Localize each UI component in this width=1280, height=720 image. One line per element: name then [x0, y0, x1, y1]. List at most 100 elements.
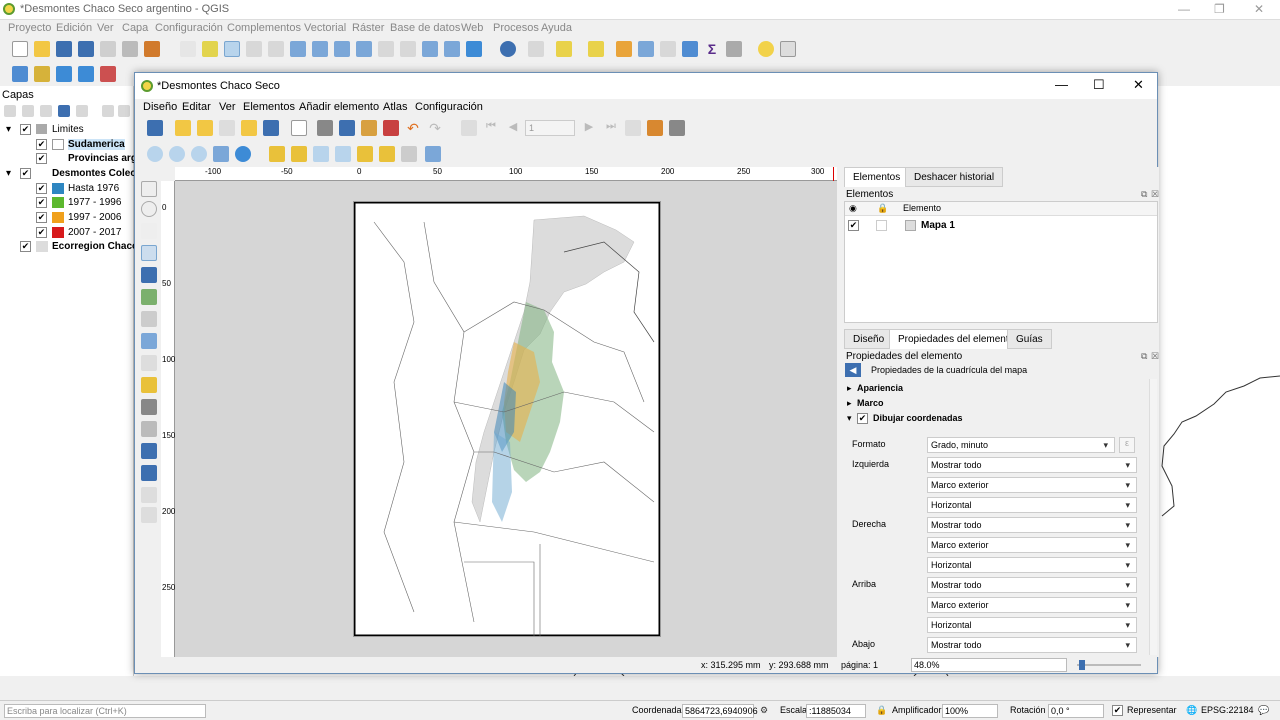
layer-checkbox[interactable]: ✔ [20, 168, 31, 179]
menu-diseno[interactable]: Diseño [143, 101, 177, 113]
zoom-tool-icon[interactable] [141, 201, 157, 217]
locator-search-input[interactable]: Escriba para localizar (Ctrl+K) [4, 704, 206, 718]
print-icon[interactable] [317, 120, 333, 136]
derecha-position-select[interactable]: Marco exterior [927, 537, 1137, 553]
lock-items-icon[interactable] [313, 146, 329, 162]
add-scalebar-icon[interactable] [141, 399, 157, 415]
layout-manager-icon[interactable] [219, 120, 235, 136]
zoom-out-icon[interactable] [246, 41, 262, 57]
zoom-slider[interactable] [1077, 664, 1141, 666]
menu-ver[interactable]: Ver [219, 101, 236, 113]
align-left-icon[interactable] [379, 146, 395, 162]
save-project-icon[interactable] [56, 41, 72, 57]
menu-atlas[interactable]: Atlas [383, 101, 407, 113]
tab-elementos[interactable]: Elementos [844, 167, 910, 187]
export-pdf-icon[interactable] [383, 120, 399, 136]
raise-items-icon[interactable] [357, 146, 373, 162]
zoom-rubberband-icon[interactable] [268, 41, 284, 57]
item-visible-checkbox[interactable]: ✔ [848, 220, 859, 231]
duplicate-layout-icon[interactable] [197, 120, 213, 136]
menu-configuracion[interactable]: Configuración [415, 101, 483, 113]
last-feature-icon[interactable]: ⏭ [603, 120, 619, 136]
menu-base-de-datos[interactable]: Base de datos [390, 22, 460, 34]
add-map-icon[interactable] [141, 289, 157, 305]
minimize-icon[interactable]: — [1178, 2, 1190, 16]
arriba-display-select[interactable]: Mostrar todo [927, 577, 1137, 593]
zoom-select[interactable]: 48.0% [911, 658, 1067, 672]
save-as-icon[interactable] [78, 41, 94, 57]
add-group-icon[interactable] [22, 105, 34, 117]
zoom-last-icon[interactable] [378, 41, 394, 57]
scale-field[interactable]: :11885034 [806, 704, 866, 718]
layout-page[interactable] [353, 201, 661, 637]
zoom-full-icon[interactable] [290, 41, 306, 57]
menu-capa[interactable]: Capa [122, 22, 148, 34]
menu-procesos[interactable]: Procesos [493, 22, 539, 34]
atlas-preview-icon[interactable] [461, 120, 477, 136]
layer-checkbox[interactable]: ✔ [36, 212, 47, 223]
back-arrow-icon[interactable]: ◀ [845, 363, 861, 377]
statistics-icon[interactable]: Σ [704, 41, 720, 57]
export-svg-icon[interactable] [361, 120, 377, 136]
expand-arrow-icon[interactable]: ▾ [6, 168, 11, 179]
style-manager-icon[interactable] [144, 41, 160, 57]
next-feature-icon[interactable]: ▶ [581, 120, 597, 136]
new-bookmark-icon[interactable] [444, 41, 460, 57]
ungroup-items-icon[interactable] [291, 146, 307, 162]
deselect-icon[interactable] [616, 41, 632, 57]
close-icon[interactable]: ✕ [1254, 2, 1264, 16]
zoom-layer-icon[interactable] [312, 41, 328, 57]
undo-icon[interactable]: ↶ [405, 120, 421, 136]
refresh-icon[interactable] [466, 41, 482, 57]
legend-1977-1996[interactable]: 1977 - 1996 [68, 197, 121, 208]
open-project-icon[interactable] [34, 41, 50, 57]
refresh-icon[interactable] [235, 146, 251, 162]
layer-checkbox[interactable]: ✔ [36, 139, 47, 150]
zoom-in-icon[interactable] [224, 41, 240, 57]
pan-to-selection-icon[interactable] [202, 41, 218, 57]
expand-arrow-icon[interactable]: ▾ [847, 413, 852, 424]
processing-toolbox-icon[interactable] [682, 41, 698, 57]
zoom-selection-icon[interactable] [334, 41, 350, 57]
add-html-icon[interactable] [141, 487, 157, 503]
pan-icon[interactable] [180, 41, 196, 57]
unlock-items-icon[interactable] [335, 146, 351, 162]
layer-checkbox[interactable]: ✔ [20, 241, 31, 252]
undock-icon[interactable]: ⧉ [1141, 189, 1147, 200]
style-panel-icon[interactable] [4, 105, 16, 117]
tab-deshacer-historial[interactable]: Deshacer historial [905, 167, 1004, 187]
export-image-icon[interactable] [339, 120, 355, 136]
select-features-icon[interactable] [556, 41, 572, 57]
layer-checkbox[interactable]: ✔ [36, 227, 47, 238]
page-setup-icon[interactable] [291, 120, 307, 136]
add-table-icon[interactable] [141, 507, 157, 523]
tab-guias[interactable]: Guías [1007, 329, 1052, 349]
add-spatialite-icon[interactable] [100, 66, 116, 82]
add-shape-icon[interactable] [141, 421, 157, 437]
minimize-icon[interactable]: — [1055, 77, 1068, 92]
izquierda-display-select[interactable]: Mostrar todo [927, 457, 1137, 473]
legend-hasta-1976[interactable]: Hasta 1976 [68, 183, 119, 194]
lock-scale-icon[interactable]: 🔒 [876, 705, 887, 716]
map-item[interactable] [354, 202, 660, 636]
map-tips-icon[interactable] [758, 41, 774, 57]
collapse-arrow-icon[interactable]: ▸ [847, 398, 852, 409]
close-icon[interactable]: ✕ [1133, 77, 1144, 93]
expand-all-icon[interactable] [102, 105, 114, 117]
atlas-page-select[interactable]: 1 [525, 120, 575, 136]
maximize-icon[interactable]: ❐ [1214, 2, 1225, 16]
actions-icon[interactable] [528, 41, 544, 57]
layer-provincias[interactable]: Provincias arg [68, 153, 137, 164]
add-arrow-icon[interactable] [141, 443, 157, 459]
item-lock-checkbox[interactable] [876, 220, 887, 231]
select-by-value-icon[interactable] [588, 41, 604, 57]
tab-diseno[interactable]: Diseño [844, 329, 894, 349]
add-3d-map-icon[interactable] [141, 311, 157, 327]
menu-configuracion[interactable]: Configuración [155, 22, 223, 34]
add-nodes-icon[interactable] [141, 465, 157, 481]
layout-manager-icon[interactable] [122, 41, 138, 57]
layer-sudamerica[interactable]: Sudamerica [68, 139, 125, 150]
legend-2007-2017[interactable]: 2007 - 2017 [68, 227, 121, 238]
izquierda-position-select[interactable]: Marco exterior [927, 477, 1137, 493]
zoom-in-icon[interactable] [147, 146, 163, 162]
